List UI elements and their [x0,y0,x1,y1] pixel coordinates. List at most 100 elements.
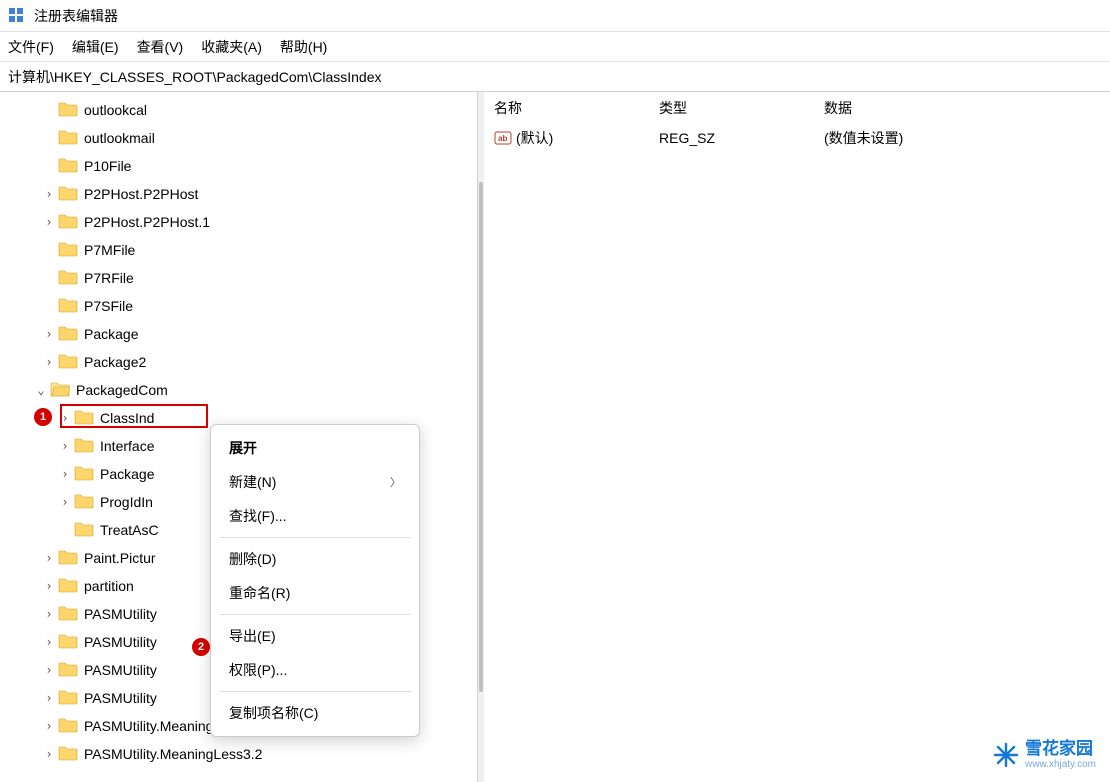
string-value-icon: ab [494,129,512,147]
app-title: 注册表编辑器 [34,6,118,26]
menu-edit[interactable]: 编辑(E) [72,37,119,57]
expand-toggle[interactable]: › [42,327,56,341]
chevron-right-icon: 〉 [390,474,401,490]
tree-label: P7SFile [82,297,135,315]
collapse-toggle[interactable]: ⌄ [34,383,48,397]
value-data: (数值未设置) [824,128,1110,148]
folder-icon [56,269,82,288]
expand-toggle[interactable]: › [42,579,56,593]
expand-toggle[interactable]: › [42,635,56,649]
cm-separator [219,537,411,538]
tree-label: outlookmail [82,129,157,147]
titlebar: 注册表编辑器 [0,0,1110,32]
address-bar[interactable]: 计算机\HKEY_CLASSES_ROOT\PackagedCom\ClassI… [0,62,1110,92]
tree-item[interactable]: › Package2 [0,348,477,376]
address-path: 计算机\HKEY_CLASSES_ROOT\PackagedCom\ClassI… [8,67,381,87]
tree-item[interactable]: ·P7MFile [0,236,477,264]
expand-toggle[interactable]: › [42,607,56,621]
tree-label: outlookcal [82,101,149,119]
cm-copy-key-name[interactable]: 复制项名称(C) [211,696,419,730]
expand-toggle[interactable]: › [58,495,72,509]
tree-item[interactable]: ·P7SFile [0,292,477,320]
tree-label: ProgIdIn [98,493,155,511]
watermark-url: www.xhjaty.com [1025,759,1096,770]
tree-label: P7RFile [82,269,136,287]
tree-label: PackagedCom [74,381,170,399]
folder-icon [56,213,82,232]
cm-permissions[interactable]: 权限(P)... [211,653,419,687]
tree-item[interactable]: ·P10File [0,152,477,180]
expand-toggle[interactable]: › [42,215,56,229]
expand-toggle[interactable]: › [42,187,56,201]
folder-icon [72,465,98,484]
cm-delete[interactable]: 删除(D) [211,542,419,576]
cm-new[interactable]: 新建(N)〉 [211,465,419,499]
watermark: 雪花家园 www.xhjaty.com [993,740,1096,770]
expand-toggle[interactable]: › [42,355,56,369]
cm-find[interactable]: 查找(F)... [211,499,419,533]
folder-icon [56,325,82,344]
col-data[interactable]: 数据 [824,98,1110,118]
tree-label: Package2 [82,353,148,371]
tree-label: PASMUtility.MeaningLess3.2 [82,745,264,763]
tree-label: TreatAsC [98,521,161,539]
tree-item[interactable]: › P2PHost.P2PHost [0,180,477,208]
expand-toggle[interactable]: › [42,747,56,761]
expand-toggle[interactable]: › [42,719,56,733]
expand-toggle[interactable]: › [42,691,56,705]
folder-icon [56,689,82,708]
tree-label: PASMUtility [82,661,159,679]
values-header: 名称 类型 数据 [494,96,1110,124]
values-panel[interactable]: 名称 类型 数据 ab (默认) REG_SZ (数值未设置) [484,92,1110,782]
tree-item[interactable]: › Package [0,320,477,348]
expand-toggle[interactable]: › [42,551,56,565]
tree-label: P10File [82,157,133,175]
menu-favorites[interactable]: 收藏夹(A) [201,37,262,57]
folder-icon [56,129,82,148]
expand-toggle[interactable]: › [58,467,72,481]
folder-icon [48,381,74,400]
expand-toggle[interactable]: › [58,411,72,425]
cm-expand[interactable]: 展开 [211,431,419,465]
menu-help[interactable]: 帮助(H) [280,37,327,57]
menu-file[interactable]: 文件(F) [8,37,54,57]
folder-icon [56,661,82,680]
tree-label: P2PHost.P2PHost [82,185,200,203]
tree-item[interactable]: › PASMUtility.MeaningLess3.2 [0,740,477,768]
splitter[interactable] [478,92,484,782]
expand-toggle[interactable]: › [58,439,72,453]
folder-icon [72,521,98,540]
tree-panel[interactable]: ·outlookcal·outlookmail·P10File›P2PHost.… [0,92,478,782]
tree-item[interactable]: ›P2PHost.P2PHost.1 [0,208,477,236]
tree-item[interactable]: ·P7RFile [0,264,477,292]
cm-rename[interactable]: 重命名(R) [211,576,419,610]
folder-icon [56,353,82,372]
tree-label: Package [98,465,156,483]
marker-1: 1 [34,408,52,426]
tree-label: PASMUtility [82,633,159,651]
folder-icon [72,409,98,428]
tree-label: Interface [98,437,156,455]
tree-label: partition [82,577,136,595]
tree-label: PASMUtility [82,605,159,623]
col-name[interactable]: 名称 [494,98,659,118]
context-menu: 展开 新建(N)〉 查找(F)... 删除(D) 重命名(R) 导出(E) 权限… [210,424,420,737]
tree-item[interactable]: ⌄ PackagedCom [0,376,477,404]
cm-export[interactable]: 导出(E) [211,619,419,653]
tree-label: PASMUtility [82,689,159,707]
expand-toggle[interactable]: › [42,663,56,677]
regedit-icon [8,7,26,25]
snowflake-icon [993,742,1019,768]
menu-view[interactable]: 查看(V) [137,37,184,57]
folder-icon [56,549,82,568]
folder-icon [56,241,82,260]
col-type[interactable]: 类型 [659,98,824,118]
watermark-title: 雪花家园 [1025,740,1096,759]
tree-label: Package [82,325,140,343]
folder-icon [72,493,98,512]
tree-item[interactable]: ·outlookmail [0,124,477,152]
marker-2: 2 [192,638,210,656]
tree-item[interactable]: ·outlookcal [0,96,477,124]
value-row[interactable]: ab (默认) REG_SZ (数值未设置) [494,124,1110,152]
folder-icon [56,297,82,316]
